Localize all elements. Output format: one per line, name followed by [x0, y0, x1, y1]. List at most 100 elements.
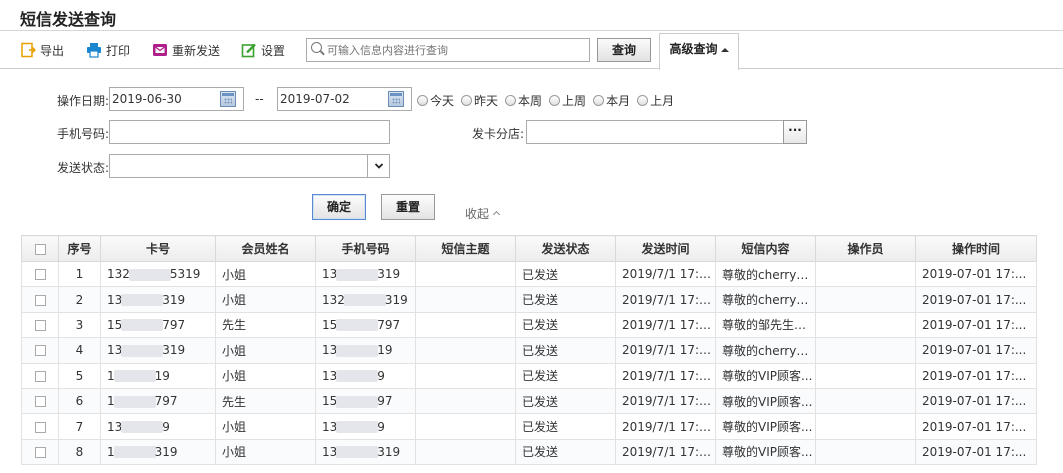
- cell-card: 1 19: [100, 362, 216, 389]
- row-select-cell[interactable]: [21, 311, 59, 339]
- search-icon: [311, 42, 322, 53]
- table-row[interactable]: 6 1 797 先生 15 97 已发送 2019/7/1 17:37... 尊敬的VIP顾客.…: [21, 387, 1037, 415]
- table-row[interactable]: 4 13 319 小姐 13 19 已发送 2019/7/1 17:39... 尊敬的cherr…: [21, 337, 1037, 364]
- row-checkbox[interactable]: [34, 269, 46, 281]
- cell-status: 已发送: [515, 413, 616, 440]
- row-select-cell[interactable]: [21, 260, 59, 288]
- row-select-cell[interactable]: [21, 438, 59, 466]
- privacy-mask: [336, 421, 379, 434]
- row-select-cell[interactable]: [21, 362, 59, 389]
- table-row[interactable]: 8 1 319 小姐 13 319 已发送 2019/7/1 17:33... 尊敬的VIP顾客…: [21, 438, 1037, 466]
- status-label: 发送状态:: [57, 161, 110, 175]
- privacy-mask: [121, 344, 164, 357]
- phone-suffix: 19: [377, 343, 393, 358]
- page-title: 短信发送查询: [20, 10, 117, 29]
- cell-content: 尊敬的VIP顾客...: [715, 387, 816, 415]
- date-to-field[interactable]: [277, 87, 412, 111]
- tab-advanced-search[interactable]: 高级查询: [659, 33, 739, 70]
- table-row[interactable]: 2 13 319 小姐 132 319 已发送 2019/7/1 17:45... 尊敬的che…: [21, 286, 1037, 313]
- export-button[interactable]: 导出: [20, 41, 64, 59]
- radio-today[interactable]: 今天: [417, 92, 454, 109]
- search-box: [306, 38, 590, 62]
- radio-this-month[interactable]: 本月: [593, 92, 630, 109]
- export-icon: [20, 42, 37, 58]
- row-checkbox[interactable]: [34, 370, 46, 382]
- row-select-cell[interactable]: [21, 387, 59, 415]
- date-separator: --: [255, 92, 264, 106]
- row-checkbox[interactable]: [34, 345, 46, 357]
- cell-name: 小姐: [215, 260, 316, 288]
- column-header[interactable]: 发送时间: [615, 235, 716, 262]
- confirm-button[interactable]: 确定: [312, 194, 366, 220]
- row-checkbox[interactable]: [34, 446, 46, 458]
- date-from-field[interactable]: [109, 87, 244, 111]
- row-checkbox[interactable]: [34, 319, 46, 331]
- row-checkbox[interactable]: [34, 396, 46, 408]
- cell-send-time: 2019/7/1 17:55...: [615, 260, 716, 288]
- title-bar: 短信发送查询: [0, 0, 1063, 31]
- calendar-icon[interactable]: [220, 91, 236, 107]
- cell-subject: [415, 337, 516, 364]
- phone-field[interactable]: [109, 120, 390, 144]
- table-row[interactable]: 3 15 797 先生 15 797 已发送 2019/7/1 17:40... 尊敬的邹先生客…: [21, 311, 1037, 339]
- row-select-cell[interactable]: [21, 286, 59, 313]
- row-select-cell[interactable]: [21, 413, 59, 440]
- search-button[interactable]: 查询: [597, 38, 651, 62]
- select-all-checkbox[interactable]: [34, 243, 46, 255]
- quick-range-group: 今天 昨天 本周 上周 本月 上月: [417, 92, 674, 109]
- card-suffix: 319: [162, 292, 186, 307]
- table-row[interactable]: 5 1 19 小姐 13 9 已发送 2019/7/1 17:38... 尊敬的VIP顾客...…: [21, 362, 1037, 389]
- radio-yesterday[interactable]: 昨天: [461, 92, 498, 109]
- column-header[interactable]: 短信主题: [415, 235, 516, 262]
- table-row[interactable]: 7 13 9 小姐 13 9 已发送 2019/7/1 17:37... 尊敬的VIP顾客...…: [21, 413, 1037, 440]
- card-suffix: 797: [154, 394, 178, 409]
- reset-button[interactable]: 重置: [381, 194, 435, 220]
- privacy-mask: [336, 370, 379, 383]
- column-header[interactable]: 操作时间: [915, 235, 1037, 262]
- cell-send-time: 2019/7/1 17:38...: [615, 362, 716, 389]
- resend-button[interactable]: 重新发送: [152, 41, 220, 59]
- status-input[interactable]: [110, 155, 389, 177]
- radio-this-week[interactable]: 本周: [505, 92, 542, 109]
- phone-prefix: 13: [322, 419, 338, 434]
- radio-label: 本月: [606, 94, 631, 108]
- branch-field[interactable]: ···: [526, 120, 807, 144]
- radio-last-week[interactable]: 上周: [549, 92, 586, 109]
- search-input[interactable]: [327, 41, 585, 59]
- settings-button[interactable]: 设置: [241, 41, 285, 59]
- cell-op-time: 2019-07-01 17:...: [915, 362, 1037, 389]
- more-options-button[interactable]: ···: [783, 120, 807, 144]
- cell-name: 小姐: [215, 438, 316, 466]
- cell-phone: 13 9: [315, 413, 416, 440]
- column-header[interactable]: 短信内容: [715, 235, 816, 262]
- print-button[interactable]: 打印: [86, 41, 130, 59]
- status-select[interactable]: [109, 154, 390, 178]
- column-header[interactable]: 序号: [58, 235, 101, 262]
- column-header[interactable]: 会员姓名: [215, 235, 316, 262]
- column-header[interactable]: 卡号: [100, 235, 216, 262]
- row-checkbox[interactable]: [34, 421, 46, 433]
- cell-subject: [415, 311, 516, 339]
- column-header[interactable]: 发送状态: [515, 235, 616, 262]
- resend-envelope-icon: [152, 42, 168, 58]
- cell-card: 1 797: [100, 387, 216, 415]
- row-checkbox[interactable]: [34, 294, 46, 306]
- privacy-mask: [336, 344, 379, 357]
- cell-phone: 15 797: [315, 311, 416, 339]
- cell-no: 4: [58, 337, 101, 364]
- phone-input[interactable]: [110, 121, 389, 143]
- select-all-header[interactable]: [21, 235, 59, 262]
- table-row[interactable]: 1 132 5319 小姐 13 319 已发送 2019/7/1 17:55... 尊敬的ch…: [21, 260, 1037, 288]
- cell-operator: [815, 260, 916, 288]
- column-header[interactable]: 手机号码: [315, 235, 416, 262]
- column-header[interactable]: 操作员: [815, 235, 916, 262]
- radio-last-month[interactable]: 上月: [637, 92, 674, 109]
- cell-operator: [815, 362, 916, 389]
- caret-up-icon: [720, 47, 729, 52]
- radio-dot: [593, 95, 605, 106]
- chevron-down-icon[interactable]: [367, 155, 389, 177]
- branch-input[interactable]: [527, 121, 806, 143]
- row-select-cell[interactable]: [21, 337, 59, 364]
- collapse-link[interactable]: 收起: [465, 205, 501, 222]
- calendar-icon[interactable]: [388, 91, 404, 107]
